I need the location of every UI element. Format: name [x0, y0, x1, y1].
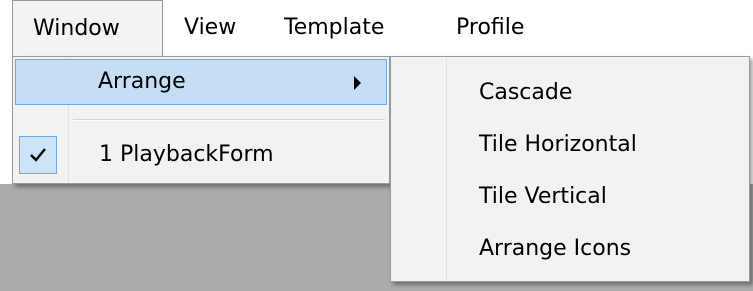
- app-window: Window View Template Profile Arrange 1 P…: [0, 0, 753, 291]
- menu-item-playback-form-label: 1 PlaybackForm: [99, 142, 274, 167]
- menu-view[interactable]: View: [170, 0, 250, 56]
- menu-item-playback-form[interactable]: 1 PlaybackForm: [15, 133, 387, 179]
- menu-separator: [73, 119, 385, 121]
- menu-item-arrange[interactable]: Arrange: [15, 59, 387, 105]
- menu-item-cascade[interactable]: Cascade: [479, 73, 572, 113]
- menu-profile[interactable]: Profile: [442, 0, 538, 56]
- submenu-arrow-icon: [354, 76, 361, 90]
- menu-item-tile-horizontal[interactable]: Tile Horizontal: [479, 125, 637, 165]
- menu-template[interactable]: Template: [270, 0, 398, 56]
- menu-item-tile-vertical[interactable]: Tile Vertical: [479, 177, 607, 217]
- submenu-icon-column: [391, 57, 447, 281]
- arrange-submenu: Cascade Tile Horizontal Tile Vertical Ar…: [390, 56, 750, 282]
- menu-bar: Window View Template Profile: [0, 0, 753, 56]
- window-menu-dropdown: Arrange 1 PlaybackForm: [12, 56, 390, 184]
- checkmark-icon: [19, 136, 57, 174]
- menu-item-arrange-icons[interactable]: Arrange Icons: [479, 229, 631, 269]
- menu-window[interactable]: Window: [12, 0, 163, 56]
- menu-item-arrange-label: Arrange: [98, 69, 186, 94]
